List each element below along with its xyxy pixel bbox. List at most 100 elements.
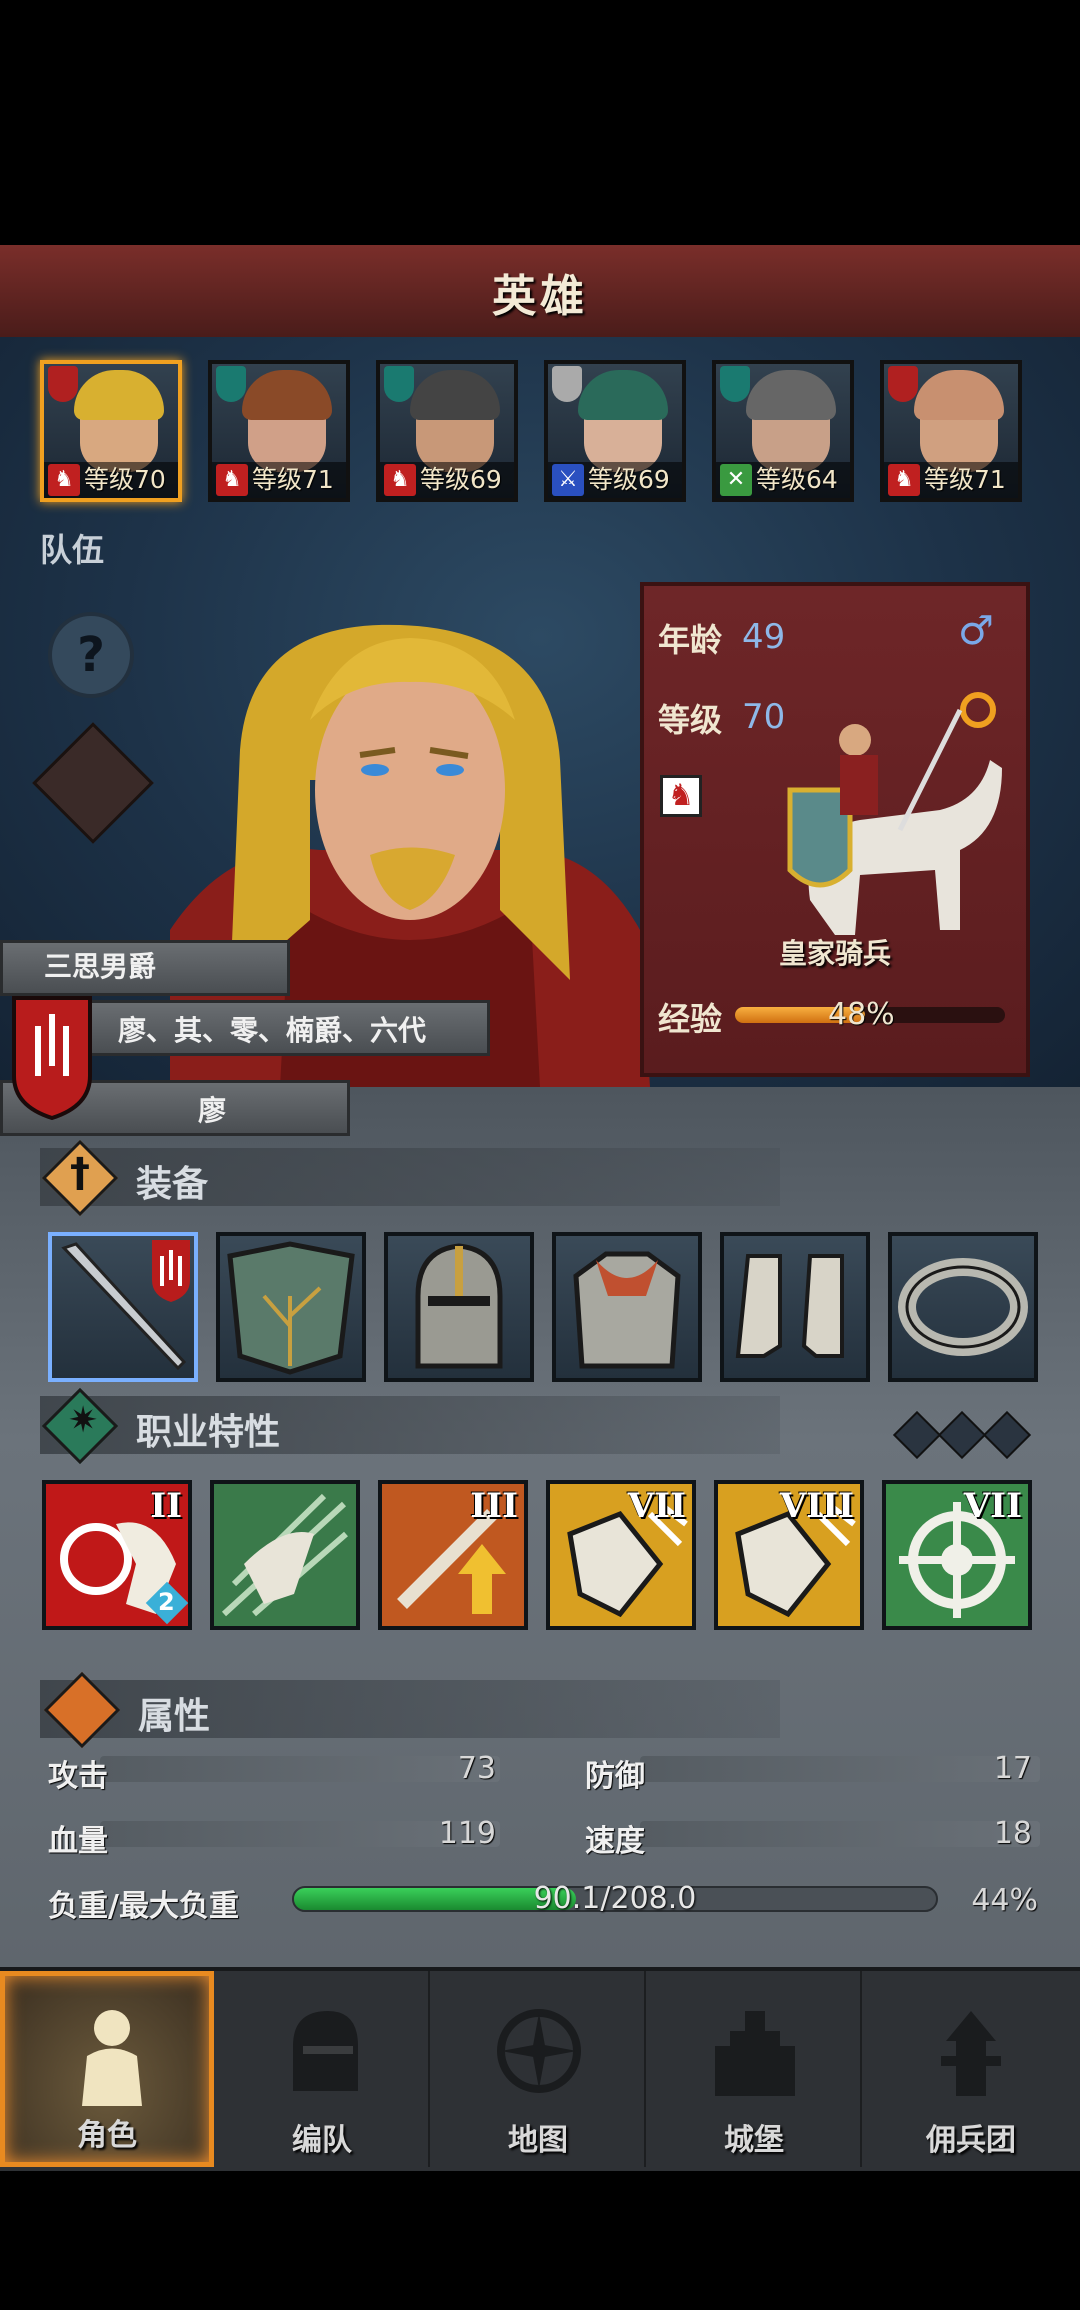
attack-value: 73 xyxy=(457,1751,496,1786)
armor-icon xyxy=(573,1251,681,1369)
faction-banner-icon xyxy=(552,366,582,402)
hero-card-5[interactable]: ✕ 等级64 xyxy=(712,360,854,502)
helmet-icon xyxy=(293,2011,358,2091)
male-icon: ♂ xyxy=(958,608,994,654)
hero-card-2[interactable]: ♞ 等级71 xyxy=(208,360,350,502)
horse-icon: ♞ xyxy=(888,464,920,496)
faction-shield-icon xyxy=(48,366,78,402)
hero-hair xyxy=(578,370,668,420)
trait-rank: VIII xyxy=(779,1486,854,1526)
trait-shield-block-2[interactable]: VIII xyxy=(714,1480,864,1630)
weight-value: 90.1/208.0 xyxy=(533,1881,697,1916)
nav-label: 地图 xyxy=(508,2123,568,2158)
trait-rank: VII xyxy=(627,1486,686,1526)
equipment-slot-armor[interactable] xyxy=(552,1232,702,1382)
hero-hair xyxy=(242,370,332,420)
family-crest-icon xyxy=(12,996,92,1120)
charging-horse-icon xyxy=(221,1493,348,1617)
hero-card-6[interactable]: ♞ 等级71 xyxy=(880,360,1022,502)
star-glyph: ✷ xyxy=(68,1400,99,1441)
defense-label: 防御 xyxy=(585,1759,645,1794)
hero-hair xyxy=(410,370,500,420)
attack-label: 攻击 xyxy=(48,1759,108,1794)
trait-cavalry-charge[interactable] xyxy=(210,1480,360,1630)
knight-icon xyxy=(82,2010,142,2106)
hero-level: 等级70 xyxy=(84,465,166,494)
hero-level: 等级71 xyxy=(252,465,334,494)
trait-cavalry-target[interactable]: II 2 xyxy=(42,1480,192,1630)
speed-label: 速度 xyxy=(585,1824,645,1859)
help-icon[interactable]: ? xyxy=(48,612,134,698)
speed-value: 18 xyxy=(993,1816,1032,1851)
trait-shield-block-1[interactable]: VII xyxy=(546,1480,696,1630)
equipment-slot-boots[interactable] xyxy=(720,1232,870,1382)
hero-hair xyxy=(74,370,164,420)
hero-lineage: 廖、其、零、楠爵、六代 xyxy=(118,1014,427,1047)
hero-level: 等级71 xyxy=(924,465,1006,494)
horse-icon: ♞ xyxy=(660,775,702,817)
traits-title: 职业特性 xyxy=(136,1412,281,1453)
weight-label: 负重/最大负重 xyxy=(48,1889,239,1924)
mercenary-icon xyxy=(941,2011,1001,2096)
trait-badge-count: 2 xyxy=(158,1588,175,1616)
age-value: 49 xyxy=(742,617,786,657)
hero-hair xyxy=(746,370,836,420)
hero-card-1[interactable]: ♞ 等级70 xyxy=(40,360,182,502)
compass-icon xyxy=(497,2009,581,2093)
equipment-slot-ring[interactable] xyxy=(888,1232,1038,1382)
age-label: 年龄 xyxy=(658,621,723,659)
nav-label: 编队 xyxy=(292,2123,352,2158)
ring-icon xyxy=(898,1258,1028,1356)
equipment-slot-helmet[interactable] xyxy=(384,1232,534,1382)
equipment-slot-shield[interactable] xyxy=(216,1232,366,1382)
royal-cavalry-figure xyxy=(787,708,1002,935)
nav-tab-character[interactable]: 角色 xyxy=(0,1971,214,2167)
team-label: 队伍 xyxy=(40,531,105,569)
hero-card-4[interactable]: ⚔ 等级69 xyxy=(544,360,686,502)
trait-sword-upgrade[interactable]: III xyxy=(378,1480,528,1630)
level-label: 等级 xyxy=(658,701,723,739)
castle-icon xyxy=(715,2011,795,2096)
trait-crosshair[interactable]: VII xyxy=(882,1480,1032,1630)
defense-value: 17 xyxy=(993,1751,1032,1786)
equipment-title: 装备 xyxy=(136,1164,209,1205)
faction-shield-icon xyxy=(888,366,918,402)
weight-percent: 44% xyxy=(971,1883,1038,1918)
hp-value: 119 xyxy=(438,1816,496,1851)
hero-level: 等级64 xyxy=(756,465,838,494)
helmet-icon xyxy=(415,1243,503,1369)
shield-icon xyxy=(227,1241,355,1375)
trait-rank: III xyxy=(470,1486,518,1526)
exp-label: 经验 xyxy=(658,1000,723,1038)
hero-family: 廖 xyxy=(198,1094,227,1127)
crossbow-icon: ✕ xyxy=(720,464,752,496)
equipment-slot-sword[interactable] xyxy=(48,1232,198,1382)
hp-label: 血量 xyxy=(48,1824,108,1859)
trait-rank: VII xyxy=(963,1486,1022,1526)
nav-label: 城堡 xyxy=(724,2123,784,2158)
trait-rank: II xyxy=(150,1486,182,1526)
faction-shield-icon xyxy=(720,366,750,402)
nav-tab-map[interactable]: 地图 xyxy=(432,1971,646,2167)
faction-shield-icon xyxy=(384,366,414,402)
horse-icon: ♞ xyxy=(216,464,248,496)
hero-level: 等级69 xyxy=(420,465,502,494)
boots-icon xyxy=(735,1254,844,1358)
hero-title: 三思男爵 xyxy=(44,950,157,983)
sword-icon: ⚔ xyxy=(552,464,584,496)
nav-label: 佣兵团 xyxy=(926,2123,1016,2158)
hero-card-3[interactable]: ♞ 等级69 xyxy=(376,360,518,502)
horse-icon: ♞ xyxy=(48,464,80,496)
hero-level: 等级69 xyxy=(588,465,670,494)
cross-glyph: † xyxy=(70,1150,90,1196)
unit-name: 皇家骑兵 xyxy=(778,937,891,970)
hero-hair xyxy=(914,370,1004,420)
nav-tab-castle[interactable]: 城堡 xyxy=(648,1971,862,2167)
nav-tab-formation[interactable]: 编队 xyxy=(216,1971,430,2167)
horse-icon: ♞ xyxy=(384,464,416,496)
sword-icon xyxy=(61,1240,190,1371)
page-title: 英雄 xyxy=(492,271,588,322)
attributes-title: 属性 xyxy=(138,1696,211,1737)
nav-tab-mercenary[interactable]: 佣兵团 xyxy=(864,1971,1078,2167)
exp-percent: 48% xyxy=(828,997,895,1032)
